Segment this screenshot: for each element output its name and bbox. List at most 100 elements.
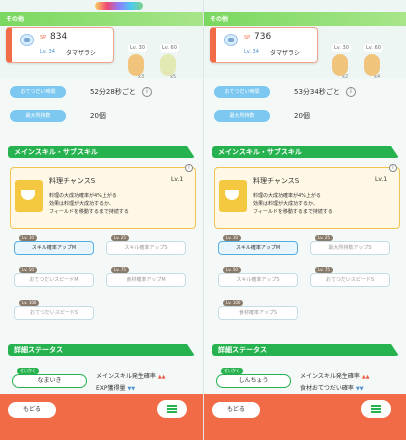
stat-line: メインスキル発生確率 ▲▲ xyxy=(300,371,370,380)
ingredient-count: x2 xyxy=(342,74,349,80)
header-bar xyxy=(204,12,406,26)
ingredient-level: Lv. 60 xyxy=(364,44,383,52)
subskill-button[interactable]: Lv. 25 スキル確率アップS xyxy=(106,235,186,255)
subskill-label: スキル確率アップS xyxy=(236,277,280,283)
subskill-button[interactable]: Lv. 100 おてつだいスピードS xyxy=(14,300,94,320)
max-items-label: 最大所持数 xyxy=(214,110,270,122)
ingredient-count: x3 xyxy=(138,74,145,80)
header-label: その他 xyxy=(210,16,229,23)
ingredient-count: x5 xyxy=(170,74,177,80)
nature-button[interactable]: せいかく しんちょう xyxy=(216,368,291,388)
stat-label: 食材おてつだい確率 xyxy=(300,385,354,392)
nature-button[interactable]: せいかく なまいき xyxy=(12,368,87,388)
cooking-pot-icon xyxy=(15,180,43,212)
info-icon[interactable]: i xyxy=(346,87,356,97)
header-bar xyxy=(0,12,203,26)
sp-tag: SP xyxy=(40,35,47,41)
subskill-level-tag: Lv. 75 xyxy=(315,267,333,273)
sp-value: 834 xyxy=(50,32,68,42)
max-items-label: 最大所持数 xyxy=(10,110,66,122)
help-interval-row: おてつだい時間 52分28秒ごと i xyxy=(10,86,195,100)
subskill-button[interactable]: Lv. 25 最大所持数アップS xyxy=(310,235,390,255)
subskill-level-tag: Lv. 25 xyxy=(315,235,333,241)
section-corner xyxy=(391,146,399,158)
ingredient-count: x4 xyxy=(374,74,381,80)
potato-icon xyxy=(332,54,348,76)
info-icon[interactable]: i xyxy=(185,164,193,172)
help-interval-value: 52分28秒ごと xyxy=(90,88,136,96)
main-skill-level: Lv.1 xyxy=(171,176,184,183)
sp-value: 736 xyxy=(254,32,272,42)
desc-line: フィールドを移動するまで持続する xyxy=(49,209,129,215)
subskill-level-tag: Lv. 100 xyxy=(19,300,40,306)
nature-value: しんちょう xyxy=(238,377,269,384)
section-title: メインスキル・サブスキル xyxy=(218,148,302,156)
subskill-button[interactable]: Lv. 10 スキル確率アップM xyxy=(218,235,298,255)
subskill-level-tag: Lv. 10 xyxy=(19,235,37,241)
cooking-pot-icon xyxy=(219,180,247,212)
skill-section-header: メインスキル・サブスキル xyxy=(8,146,195,158)
subskill-label: 食材確率アップS xyxy=(238,310,278,316)
pokemon-icon xyxy=(20,34,34,46)
section-title: メインスキル・サブスキル xyxy=(14,148,98,156)
subskill-label: スキル確率アップM xyxy=(31,245,77,251)
subskill-label: おてつだいスピードS xyxy=(29,310,79,316)
stat-line: メインスキル発生確率 ▲▲ xyxy=(96,371,166,380)
help-interval-label: おてつだい時間 xyxy=(10,86,66,98)
help-interval-value: 53分34秒ごと xyxy=(294,88,340,96)
main-skill-card[interactable]: 料理チャンスS Lv.1 料理の大成功確率が4%上がる 効果は料理が大成功するか… xyxy=(214,164,400,229)
subskill-level-tag: Lv. 50 xyxy=(19,267,37,273)
subskill-button[interactable]: Lv. 50 おてつだいスピードM xyxy=(14,267,94,287)
stat-label: EXP獲得量 xyxy=(96,385,126,392)
subskill-button[interactable]: Lv. 100 食材確率アップS xyxy=(218,300,298,320)
left-panel: その他 SP 834 Lv. 34 タマザラシ Lv. 30 x3 Lv. 60… xyxy=(0,0,203,440)
subskill-level-tag: Lv. 100 xyxy=(223,300,244,306)
menu-icon[interactable] xyxy=(157,400,187,418)
main-skill-name: 料理チャンスS xyxy=(49,177,96,185)
desc-line: 効果は料理が大成功するか、 xyxy=(253,201,318,207)
subskill-button[interactable]: Lv. 75 食材確率アップM xyxy=(106,267,186,287)
skill-section-header: メインスキル・サブスキル xyxy=(212,146,399,158)
section-title: 詳細ステータス xyxy=(218,346,267,354)
bottom-bar: もどる xyxy=(204,394,406,440)
main-skill-name: 料理チャンスS xyxy=(253,177,300,185)
info-icon[interactable]: i xyxy=(142,87,152,97)
stat-line: EXP獲得量 ▼▼ xyxy=(96,383,135,392)
bottom-bar: もどる xyxy=(0,394,203,440)
subskill-label: おてつだいスピードM xyxy=(29,277,79,283)
nature-tag: せいかく xyxy=(17,368,39,374)
back-button[interactable]: もどる xyxy=(212,402,260,418)
back-button[interactable]: もどる xyxy=(8,402,56,418)
ingredient-level: Lv. 30 xyxy=(332,44,351,52)
menu-icon[interactable] xyxy=(361,400,391,418)
pokemon-level: Lv. 34 xyxy=(244,49,259,55)
pokemon-card[interactable]: SP 834 Lv. 34 タマザラシ xyxy=(6,27,114,63)
pokemon-name: タマザラシ xyxy=(66,50,96,57)
sp-tag: SP xyxy=(244,35,251,41)
up-arrows-icon: ▲▲ xyxy=(361,374,370,380)
info-icon[interactable]: i xyxy=(389,164,397,172)
section-corner xyxy=(187,344,195,356)
nature-tag: せいかく xyxy=(221,368,243,374)
max-items-value: 20個 xyxy=(294,112,310,120)
pokemon-level: Lv. 34 xyxy=(40,49,55,55)
subskill-button[interactable]: Lv. 10 スキル確率アップM xyxy=(14,235,94,255)
pokemon-card[interactable]: SP 736 Lv. 34 タマザラシ xyxy=(210,27,318,63)
subskill-label: スキル確率アップM xyxy=(235,245,281,251)
subskill-button[interactable]: Lv. 50 スキル確率アップS xyxy=(218,267,298,287)
pokemon-name: タマザラシ xyxy=(270,50,300,57)
desc-line: 料理の大成功確率が4%上がる xyxy=(49,193,117,199)
rainbow-tab[interactable] xyxy=(95,2,143,10)
desc-line: 効果は料理が大成功するか、 xyxy=(49,201,114,207)
stats-section-header: 詳細ステータス xyxy=(212,344,399,356)
section-corner xyxy=(391,344,399,356)
subskill-button[interactable]: Lv. 75 おてつだいスピードS xyxy=(310,267,390,287)
down-arrows-icon: ▼▼ xyxy=(355,386,364,392)
potato-icon xyxy=(364,54,380,76)
main-skill-card[interactable]: 料理チャンスS Lv.1 料理の大成功確率が4%上がる 効果は料理が大成功するか… xyxy=(10,164,196,229)
right-panel: その他 SP 736 Lv. 34 タマザラシ Lv. 30 x2 Lv. 60… xyxy=(203,0,406,440)
header-label: その他 xyxy=(6,16,25,23)
up-arrows-icon: ▲▲ xyxy=(157,374,166,380)
max-items-value: 20個 xyxy=(90,112,106,120)
subskill-label: 食材確率アップM xyxy=(126,277,166,283)
